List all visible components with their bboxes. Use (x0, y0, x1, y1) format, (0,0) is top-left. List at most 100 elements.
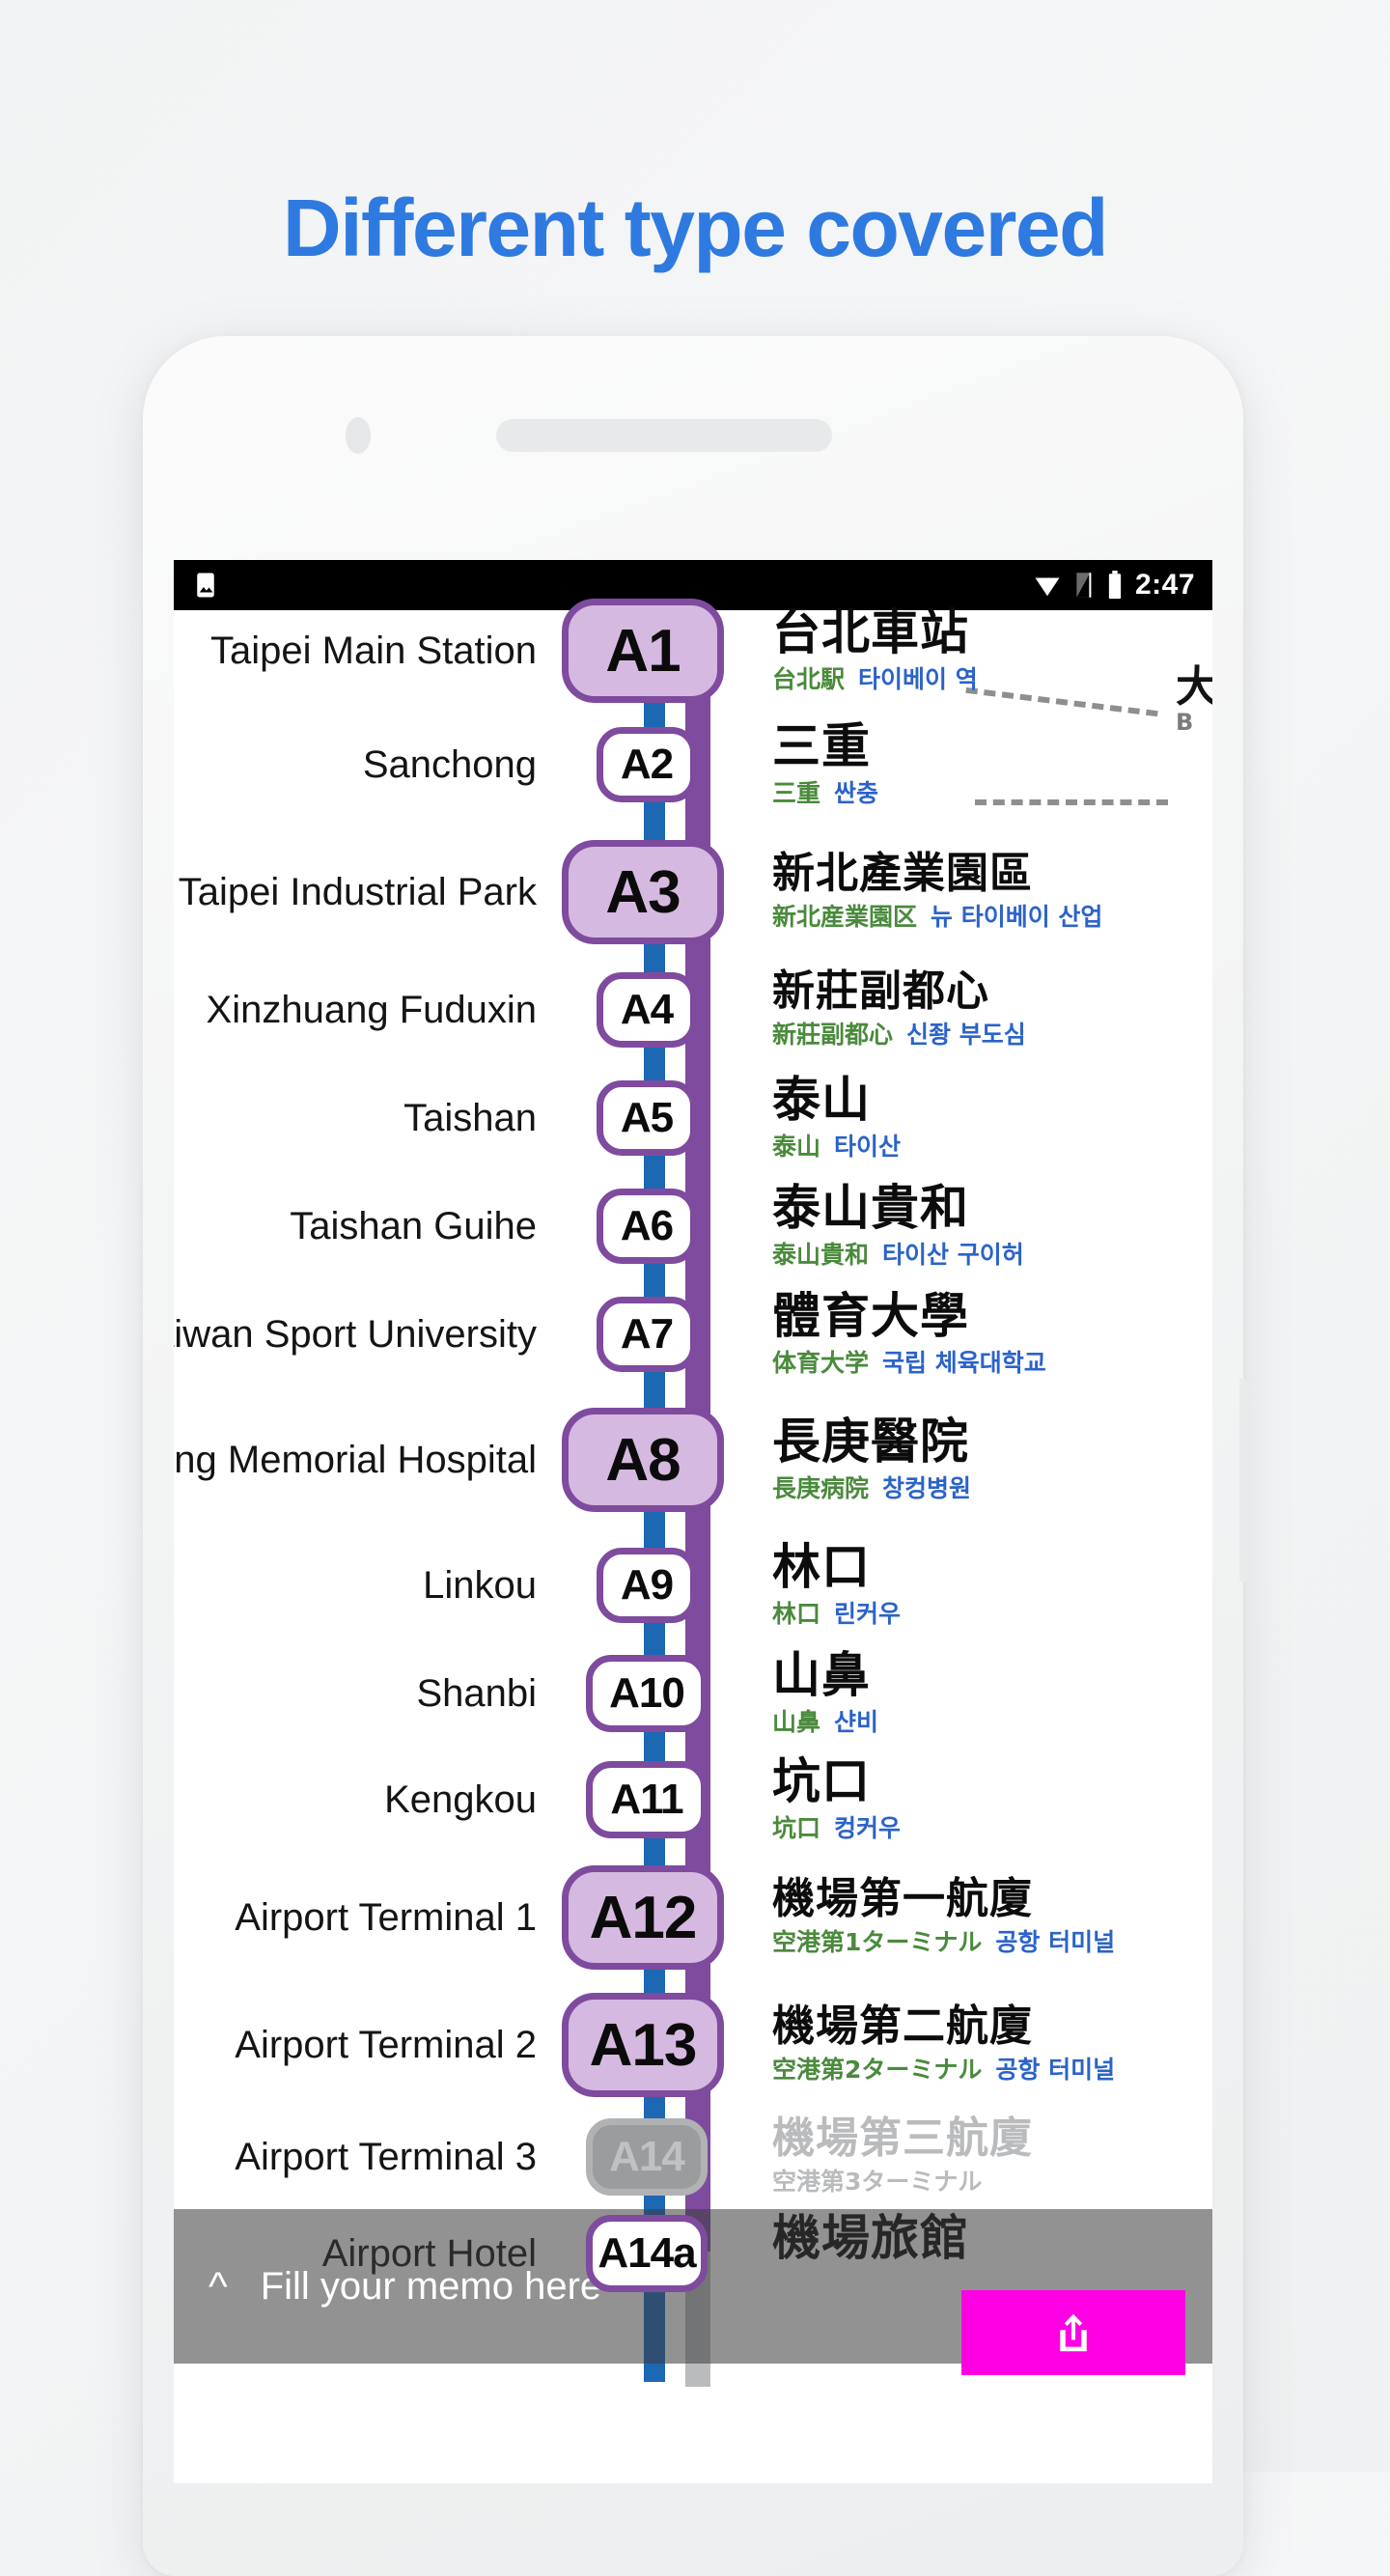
station-code-badge[interactable]: A3 (562, 840, 724, 944)
station-name-zh: 機場第三航廈 (772, 2113, 1033, 2163)
station-name-zh: 新北產業園區 (772, 848, 1033, 898)
station-name-cjk: 坑口 坑口 컹커우 (772, 1756, 901, 1844)
station-name-ja: 新北産業園区 (772, 903, 918, 932)
station-name-zh: 坑口 (772, 1752, 871, 1809)
station-name-sub: 泰山 타이산 (772, 1128, 901, 1162)
speaker-grille-icon (496, 419, 832, 452)
station-row[interactable]: Airport Terminal 3 A14 機場第三航廈 空港第3ターミナル (174, 2113, 1212, 2198)
station-name-sub: 新北産業園区 뉴 타이베이 산업 (772, 898, 1102, 933)
station-name-sub: 長庚病院 창컹병원 (772, 1470, 971, 1504)
station-row[interactable]: Sanchong A2 三重 三重 싼충 (174, 721, 1212, 807)
station-name-en: Taipei Main Station (210, 629, 537, 672)
station-name-zh: 體育大學 (772, 1287, 969, 1344)
power-button[interactable] (1239, 1379, 1248, 1582)
station-name-cjk: 山鼻 山鼻 샨비 (772, 1650, 878, 1738)
station-name-sub: 空港第2ターミナル 공항 터미널 (772, 2051, 1115, 2086)
station-code-badge[interactable]: A14a (586, 2215, 708, 2292)
station-name-ja: 林口 (772, 1599, 821, 1628)
station-row[interactable]: Airport Terminal 1 A12 機場第一航廈 空港第1ターミナル 공항 터… (174, 1865, 1212, 1970)
station-name-sub: 台北駅 타이베이 역 (772, 660, 978, 695)
station-row[interactable]: Kengkou A11 坑口 坑口 컹커우 (174, 1756, 1212, 1842)
station-row[interactable]: New Taipei Industrial Park A3 新北產業園區新北産業園区… (174, 840, 1212, 944)
station-name-cjk: 台北車站 台北駅 타이베이 역 (772, 607, 978, 695)
station-name-ko: 린커우 (834, 1599, 902, 1628)
station-name-en: Xinzhuang Fuduxin (206, 988, 537, 1031)
station-row[interactable]: Taipei Main Station A1 台北車站 台北駅 타이베이 역 (174, 599, 1212, 703)
station-name-en: Airport Terminal 2 (235, 2023, 537, 2066)
station-row[interactable]: Xinzhuang Fuduxin A4 新莊副都心 新莊副都心 신좡 부도심 (174, 966, 1212, 1050)
station-name-ja: 坑口 (772, 1813, 821, 1842)
station-name-zh: 新莊副都心 (772, 966, 989, 1016)
station-name-en: Kengkou (384, 1778, 537, 1821)
station-code-badge[interactable]: A9 (597, 1548, 697, 1623)
phone-screen: 2:47 大 B Taipei Main Station A1 台北車站 台北駅 타이베… (174, 560, 1212, 2483)
share-button[interactable] (961, 2290, 1185, 2375)
station-name-en: Airport Terminal 1 (235, 1895, 537, 1939)
station-code-badge[interactable]: A5 (597, 1080, 697, 1156)
station-name-zh: 林口 (772, 1538, 871, 1595)
station-name-ja: 泰山貴和 (772, 1240, 870, 1269)
station-name-sub: 新莊副都心 신좡 부도심 (772, 1016, 1026, 1050)
station-row[interactable]: Taishan Guihe A6 泰山貴和 泰山貴和 타이산 구이허 (174, 1183, 1212, 1269)
signal-icon (1073, 572, 1095, 599)
station-name-ja: 新莊副都心 (772, 1021, 894, 1050)
station-name-cjk: 林口 林口 린커우 (772, 1542, 901, 1630)
page-title: Different type covered (283, 182, 1108, 273)
station-name-sub: 坑口 컹커우 (772, 1809, 901, 1844)
station-name-ja: 空港第3ターミナル (772, 2168, 983, 2197)
memo-input-placeholder[interactable]: Fill your memo here (261, 2265, 601, 2309)
station-code-badge[interactable]: A8 (562, 1408, 724, 1512)
station-name-cjk: 泰山 泰山 타이산 (772, 1075, 901, 1162)
station-code-badge[interactable]: A7 (597, 1297, 697, 1372)
station-name-ja: 山鼻 (772, 1707, 821, 1736)
station-name-ko: 뉴 타이베이 산업 (931, 903, 1103, 932)
station-code-badge[interactable]: A4 (597, 972, 697, 1048)
station-name-cjk: 體育大學 体育大学 국립 체육대학교 (772, 1291, 1046, 1379)
share-icon (1052, 2310, 1095, 2356)
station-name-zh: 長庚醫院 (772, 1413, 969, 1470)
station-code-badge[interactable]: A1 (562, 599, 724, 703)
station-name-ko: 샨비 (834, 1707, 879, 1736)
station-name-en: Shanbi (416, 1671, 537, 1715)
station-name-en: Linkou (423, 1563, 537, 1607)
station-name-en: Chang Gung Memorial Hospital (174, 1438, 537, 1481)
station-name-ja: 体育大学 (772, 1348, 870, 1377)
station-name-ja: 空港第2ターミナル (772, 2056, 983, 2085)
station-name-en: Taishan (403, 1096, 537, 1139)
station-name-ko: 공항 터미널 (995, 1928, 1116, 1957)
chevron-up-icon[interactable]: ^ (208, 2266, 228, 2307)
status-bar-clock: 2:47 (1134, 569, 1195, 601)
station-name-ja: 三重 (772, 778, 821, 807)
station-code-badge[interactable]: A11 (586, 1761, 708, 1838)
phone-top-bezel (143, 336, 1243, 558)
station-code-badge[interactable]: A10 (586, 1655, 708, 1732)
station-code-badge[interactable]: A6 (597, 1189, 697, 1264)
station-row[interactable]: Linkou A9 林口 林口 린커우 (174, 1542, 1212, 1628)
station-row[interactable]: Airport Terminal 2 A13 機場第二航廈空港第2ターミナル 공항 터… (174, 1993, 1212, 2097)
station-name-en: Taishan Guihe (290, 1204, 537, 1247)
station-name-sub: 空港第1ターミナル 공항 터미널 (772, 1923, 1115, 1958)
station-name-ko: 타이산 (834, 1132, 902, 1161)
station-row[interactable]: Chang Gung Memorial Hospital A8 長庚醫院長庚病院 창컹… (174, 1408, 1212, 1512)
station-name-zh: 機場第二航廈 (772, 2001, 1033, 2051)
station-name-cjk: 泰山貴和 泰山貴和 타이산 구이허 (772, 1183, 1024, 1271)
phone-device-frame: 2:47 大 B Taipei Main Station A1 台北車站 台北駅 타이베… (143, 336, 1248, 2576)
station-row[interactable]: Shanbi A10 山鼻 山鼻 샨비 (174, 1650, 1212, 1736)
station-name-ja: 長庚病院 (772, 1473, 870, 1502)
station-name-ko: 타이산 구이허 (882, 1240, 1024, 1269)
station-name-en: Sanchong (362, 742, 537, 786)
station-name-cjk: 長庚醫院 長庚病院 창컹병원 (772, 1416, 971, 1504)
station-code-badge[interactable]: A13 (562, 1993, 724, 2097)
station-name-sub: 三重 싼충 (772, 774, 878, 809)
station-name-ko: 공항 터미널 (995, 2056, 1116, 2085)
station-code-badge[interactable]: A12 (562, 1865, 724, 1970)
station-name-cjk: 機場第二航廈空港第2ターミナル 공항 터미널 (772, 2001, 1115, 2086)
station-row[interactable]: Taiwan Sport University A7 體育大學体育大学국립 체육대학… (174, 1291, 1212, 1377)
station-code-badge[interactable]: A2 (597, 727, 697, 802)
station-name-cjk: 機場第一航廈 空港第1ターミナル 공항 터미널 (772, 1876, 1115, 1959)
route-map[interactable]: 大 B Taipei Main Station A1 台北車站 台北駅 타이베이 역 Sa… (174, 599, 1212, 2483)
station-name-en: Taiwan Sport University (174, 1312, 537, 1356)
station-name-en: New Taipei Industrial Park (174, 870, 537, 913)
station-row[interactable]: Taishan A5 泰山 泰山 타이산 (174, 1075, 1212, 1162)
station-code-badge[interactable]: A14 (586, 2118, 708, 2196)
